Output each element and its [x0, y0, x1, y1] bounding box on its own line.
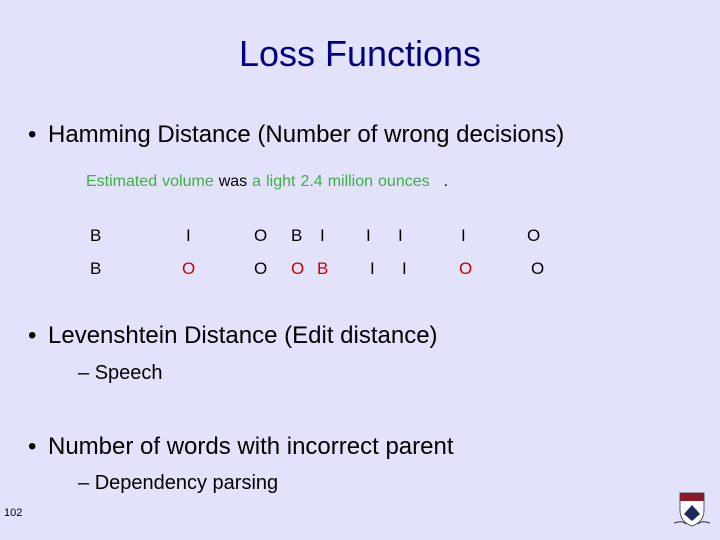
- tag-cell: I: [366, 226, 371, 245]
- sub-bullet-speech: – Speech: [78, 362, 163, 384]
- bullet-text: Levenshtein Distance (Edit distance): [48, 322, 438, 349]
- tag-cell: I: [402, 259, 407, 278]
- tag-cell: O: [531, 259, 545, 278]
- sub-bullet-text: Speech: [94, 362, 163, 384]
- tag-cell: I: [186, 226, 191, 245]
- bullet-text: Hamming Distance (Number of wrong decisi…: [48, 121, 565, 148]
- tag-cell: O: [527, 226, 541, 245]
- bullet-dot: •: [28, 121, 37, 148]
- tag-cell: I: [461, 226, 466, 245]
- bullet-hamming: • Hamming Distance (Number of wrong decis…: [28, 121, 564, 149]
- tag-cell: I: [398, 226, 403, 245]
- word: .: [443, 173, 449, 190]
- bullet-parent: • Number of words with incorrect parent: [28, 433, 454, 461]
- tag-cell: O: [459, 259, 473, 278]
- tag-cell: O: [254, 259, 268, 278]
- penn-shield-icon: [673, 492, 711, 527]
- tag-cell: O: [254, 226, 268, 245]
- word: ounces: [378, 173, 430, 190]
- bullet-dot: •: [28, 322, 37, 349]
- sub-bullet-dependency: – Dependency parsing: [78, 472, 279, 494]
- tag-cell: B: [317, 259, 329, 278]
- slide-number: 102: [4, 507, 23, 519]
- tag-cell: O: [182, 259, 196, 278]
- tag-cell: B: [90, 226, 102, 245]
- word: 2.4: [300, 173, 323, 190]
- sub-bullet-text: Dependency parsing: [94, 472, 279, 494]
- tag-cell: I: [370, 259, 375, 278]
- tag-cell: B: [90, 259, 102, 278]
- word: Estimated: [86, 173, 158, 190]
- tag-cell: I: [320, 226, 325, 245]
- word: light: [266, 173, 296, 190]
- word: was: [218, 173, 248, 190]
- word: volume: [162, 173, 214, 190]
- word: million: [327, 173, 374, 190]
- tag-cell: B: [291, 226, 303, 245]
- word: a: [252, 173, 262, 190]
- bullet-text: Number of words with incorrect parent: [48, 433, 454, 460]
- bullet-levenshtein: • Levenshtein Distance (Edit distance): [28, 322, 438, 350]
- slide-title: Loss Functions: [238, 33, 482, 74]
- bullet-dot: •: [28, 433, 37, 460]
- example-sentence: Estimated volume was a light 2.4 million ounces…: [86, 173, 453, 191]
- tag-cell: O: [291, 259, 305, 278]
